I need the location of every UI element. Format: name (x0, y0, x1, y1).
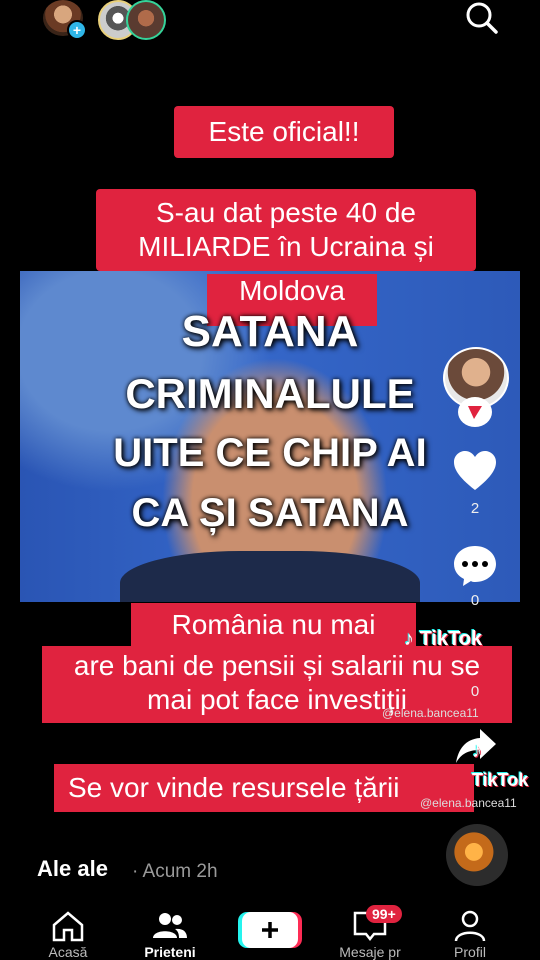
photo-shoulders (120, 551, 420, 602)
watermark-handle-1: @elena.bancea11 (382, 706, 479, 720)
nav-profile-label: Profil (454, 944, 486, 960)
comment-button[interactable] (452, 544, 498, 588)
search-icon (466, 2, 498, 34)
home-icon (52, 911, 84, 942)
tiktok-logo-icon-2: ♪ (472, 740, 482, 762)
watermark-handle-2: @elena.bancea11 (420, 796, 517, 810)
tiktok-logo-2: ♪ (472, 740, 482, 763)
caption-romania: România nu mai (131, 603, 416, 647)
nav-profile[interactable]: Profil (416, 900, 524, 960)
plus-icon (238, 912, 302, 948)
profile-icon (454, 910, 486, 942)
nav-home-label: Acasă (48, 944, 88, 960)
friends-icon (153, 913, 187, 938)
nav-home[interactable]: Acasă (14, 900, 122, 960)
tiktok-watermark-1: ♪ TikTok (404, 628, 483, 650)
nav-messages-label: Mesaje pr (339, 944, 401, 960)
like-count: 2 (470, 500, 480, 517)
caption-este-oficial: Este oficial!! (174, 106, 394, 158)
comment-icon (454, 546, 496, 586)
post-time: · Acum 2h (132, 861, 218, 882)
follow-button[interactable] (458, 397, 492, 427)
nav-friends[interactable]: Prieteni (116, 900, 224, 960)
caption-miliarde: S-au dat peste 40 de MILIARDE în Ucraina… (96, 189, 476, 271)
share-count: 0 (470, 683, 480, 700)
friend-story-avatar-2[interactable] (126, 0, 166, 40)
like-button[interactable] (452, 450, 498, 494)
heart-icon (454, 451, 496, 490)
create-button[interactable] (238, 910, 302, 950)
search-button[interactable] (462, 0, 502, 36)
post-author[interactable]: Ale ale (37, 856, 108, 882)
add-story-icon[interactable]: + (67, 20, 87, 40)
caption-resurse: Se vor vinde resursele țării (54, 764, 474, 812)
nav-friends-label: Prieteni (144, 944, 196, 960)
send-icon (468, 406, 482, 419)
messages-badge: 99+ (366, 905, 402, 923)
music-disc[interactable] (446, 824, 508, 886)
tiktok-logo-icon: ♪ (404, 628, 414, 650)
tiktok-watermark-2: TikTok (472, 770, 529, 790)
comment-count: 0 (470, 592, 480, 609)
